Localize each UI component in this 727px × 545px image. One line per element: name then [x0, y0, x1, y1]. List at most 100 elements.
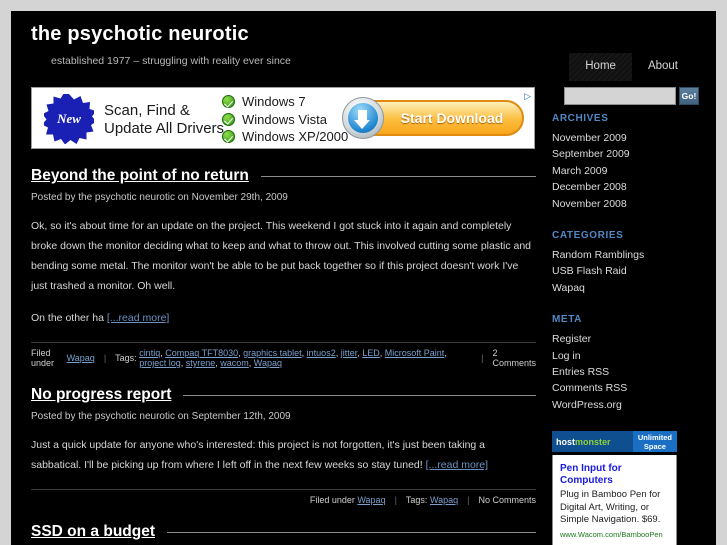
hostmonster-monster-text: monster: [575, 436, 611, 447]
ad-headline-line1: Scan, Find &: [104, 102, 190, 119]
post-paragraph-text: On the other ha: [31, 312, 104, 324]
sidebar: ARCHIVES November 2009 September 2009 Ma…: [552, 113, 700, 545]
tags-label: Tags:: [405, 495, 428, 505]
search-form: Go!: [564, 87, 699, 105]
sidebar-item-meta[interactable]: Register: [552, 331, 700, 347]
sidebar-item-meta[interactable]: Log in: [552, 348, 700, 364]
download-arrow-icon: [342, 97, 384, 139]
title-divider: [167, 531, 536, 533]
sidebar-item-archive[interactable]: November 2009: [552, 130, 700, 146]
search-submit-button[interactable]: Go!: [679, 87, 699, 105]
main-navigation: Home About: [569, 53, 694, 81]
site-tagline: established 1977 – struggling with reali…: [51, 55, 291, 67]
sidebar-item-category[interactable]: USB Flash Raid: [552, 263, 700, 279]
new-burst-badge: New: [44, 94, 94, 144]
hostmonster-logo: hostmonster: [552, 437, 611, 447]
tags-label: Tags:: [115, 353, 137, 363]
tag-link[interactable]: styrene: [186, 358, 216, 368]
title-divider: [260, 175, 536, 177]
site-header: the psychotic neurotic established 1977 …: [11, 11, 716, 105]
ad-feature-item: Windows XP/2000: [222, 128, 348, 146]
comments-link[interactable]: 2 Comments: [492, 348, 536, 368]
footer-separator: |: [394, 495, 397, 505]
post-title-row: No progress report: [31, 386, 536, 404]
post-article: Beyond the point of no return Posted by …: [31, 167, 536, 368]
check-circle-icon: [222, 112, 235, 126]
post-title-row: SSD on a budget: [31, 523, 536, 541]
post-title-link[interactable]: No progress report: [31, 386, 171, 404]
sidebar-item-category[interactable]: Wapaq: [552, 280, 700, 296]
read-more-link[interactable]: [...read more]: [426, 459, 488, 471]
post-title-link[interactable]: SSD on a budget: [31, 523, 155, 541]
post-paragraph-text: Just a quick update for anyone who's int…: [31, 439, 486, 471]
sidebar-ad: hostmonster Unlimited Space Pen Input fo…: [552, 431, 677, 545]
filed-under-link[interactable]: Wapaq: [357, 495, 385, 505]
tag-link[interactable]: graphics tablet: [243, 348, 302, 358]
tag-link[interactable]: LED: [362, 348, 380, 358]
nav-item-about[interactable]: About: [632, 53, 694, 81]
sidebar-item-archive[interactable]: December 2008: [552, 179, 700, 195]
ad-headline-line2: Update All Drivers: [104, 120, 225, 137]
filed-under-label: Filed under: [31, 348, 55, 368]
ad-headline: Scan, Find & Update All Drivers: [104, 102, 224, 138]
wacom-ad-text: Plug in Bamboo Pen for Digital Art, Writ…: [560, 489, 661, 526]
main-content: New Scan, Find & Update All Drivers Wind…: [31, 87, 536, 545]
sidebar-section-categories: CATEGORIES Random Ramblings USB Flash Ra…: [552, 230, 700, 296]
footer-separator: |: [481, 353, 484, 363]
tag-link[interactable]: cintiq: [139, 348, 160, 358]
sidebar-item-category[interactable]: Random Ramblings: [552, 247, 700, 263]
sidebar-item-archive[interactable]: November 2008: [552, 196, 700, 212]
hostmonster-tagline-line2: Space: [643, 441, 666, 451]
tag-link[interactable]: jitter: [341, 348, 358, 358]
post-paragraph-last: Just a quick update for anyone who's int…: [31, 435, 536, 475]
nav-item-home[interactable]: Home: [569, 53, 632, 81]
tag-link[interactable]: intuos2: [307, 348, 336, 358]
post-article: No progress report Posted by the psychot…: [31, 386, 536, 505]
sidebar-item-meta[interactable]: Comments RSS: [552, 380, 700, 396]
ad-feature-item: Windows Vista: [222, 111, 348, 129]
tag-link[interactable]: Microsoft Paint: [385, 348, 445, 358]
wacom-ad-title[interactable]: Pen Input for Computers: [560, 463, 670, 487]
footer-separator: |: [103, 353, 107, 363]
post-footer: Filed under Wapaq | Tags: cintiq, Compaq…: [31, 342, 536, 368]
sidebar-item-archive[interactable]: September 2009: [552, 146, 700, 162]
comments-link[interactable]: No Comments: [478, 495, 536, 505]
post-article: SSD on a budget Posted by the psychotic …: [31, 523, 536, 545]
tag-link[interactable]: project log: [139, 358, 181, 368]
check-circle-icon: [222, 130, 235, 144]
sidebar-item-meta[interactable]: WordPress.org: [552, 397, 700, 413]
post-footer: Filed under Wapaq | Tags: Wapaq | No Com…: [31, 489, 536, 505]
read-more-link[interactable]: [...read more]: [107, 312, 169, 324]
hostmonster-tagline-line1: Unlimited: [637, 432, 672, 442]
site-title: the psychotic neurotic: [31, 23, 249, 45]
filed-under-link[interactable]: Wapaq: [67, 353, 95, 363]
wacom-ad-url[interactable]: www.Wacom.com/BambooPen: [560, 530, 670, 539]
post-body: Ok, so it's about time for an update on …: [31, 216, 536, 328]
post-meta: Posted by the psychotic neurotic on Sept…: [31, 411, 291, 422]
sidebar-item-archive[interactable]: March 2009: [552, 163, 700, 179]
ad-feature-item: Windows 7: [222, 93, 348, 111]
sidebar-heading-meta: META: [552, 314, 582, 326]
adchoices-icon[interactable]: ▷: [524, 91, 531, 102]
leaderboard-ad[interactable]: New Scan, Find & Update All Drivers Wind…: [31, 87, 535, 149]
ad-feature-label: Windows XP/2000: [242, 129, 349, 145]
tag-link[interactable]: Wapaq: [254, 358, 282, 368]
tag-link[interactable]: wacom: [220, 358, 249, 368]
site-page: the psychotic neurotic established 1977 …: [11, 11, 716, 545]
tag-link[interactable]: Wapaq: [430, 495, 458, 505]
sidebar-item-meta[interactable]: Entries RSS: [552, 364, 700, 380]
post-paragraph-last: On the other ha [...read more]: [31, 308, 536, 328]
wacom-ad-box[interactable]: Pen Input for Computers Plug in Bamboo P…: [552, 455, 677, 545]
sidebar-heading-archives: ARCHIVES: [552, 113, 609, 124]
post-paragraph: Ok, so it's about time for an update on …: [31, 220, 532, 292]
title-divider: [183, 394, 536, 396]
post-body: Just a quick update for anyone who's int…: [31, 435, 536, 475]
search-input[interactable]: [564, 87, 676, 105]
ad-feature-label: Windows Vista: [242, 111, 328, 127]
tag-list: cintiq, Compaq TFT8030, graphics tablet,…: [139, 348, 447, 368]
new-burst-label: New: [57, 111, 81, 126]
hostmonster-banner[interactable]: hostmonster Unlimited Space: [552, 431, 677, 453]
ad-feature-label: Windows 7: [242, 94, 306, 110]
post-title-link[interactable]: Beyond the point of no return: [31, 167, 249, 185]
tag-link[interactable]: Compaq TFT8030: [165, 348, 238, 358]
